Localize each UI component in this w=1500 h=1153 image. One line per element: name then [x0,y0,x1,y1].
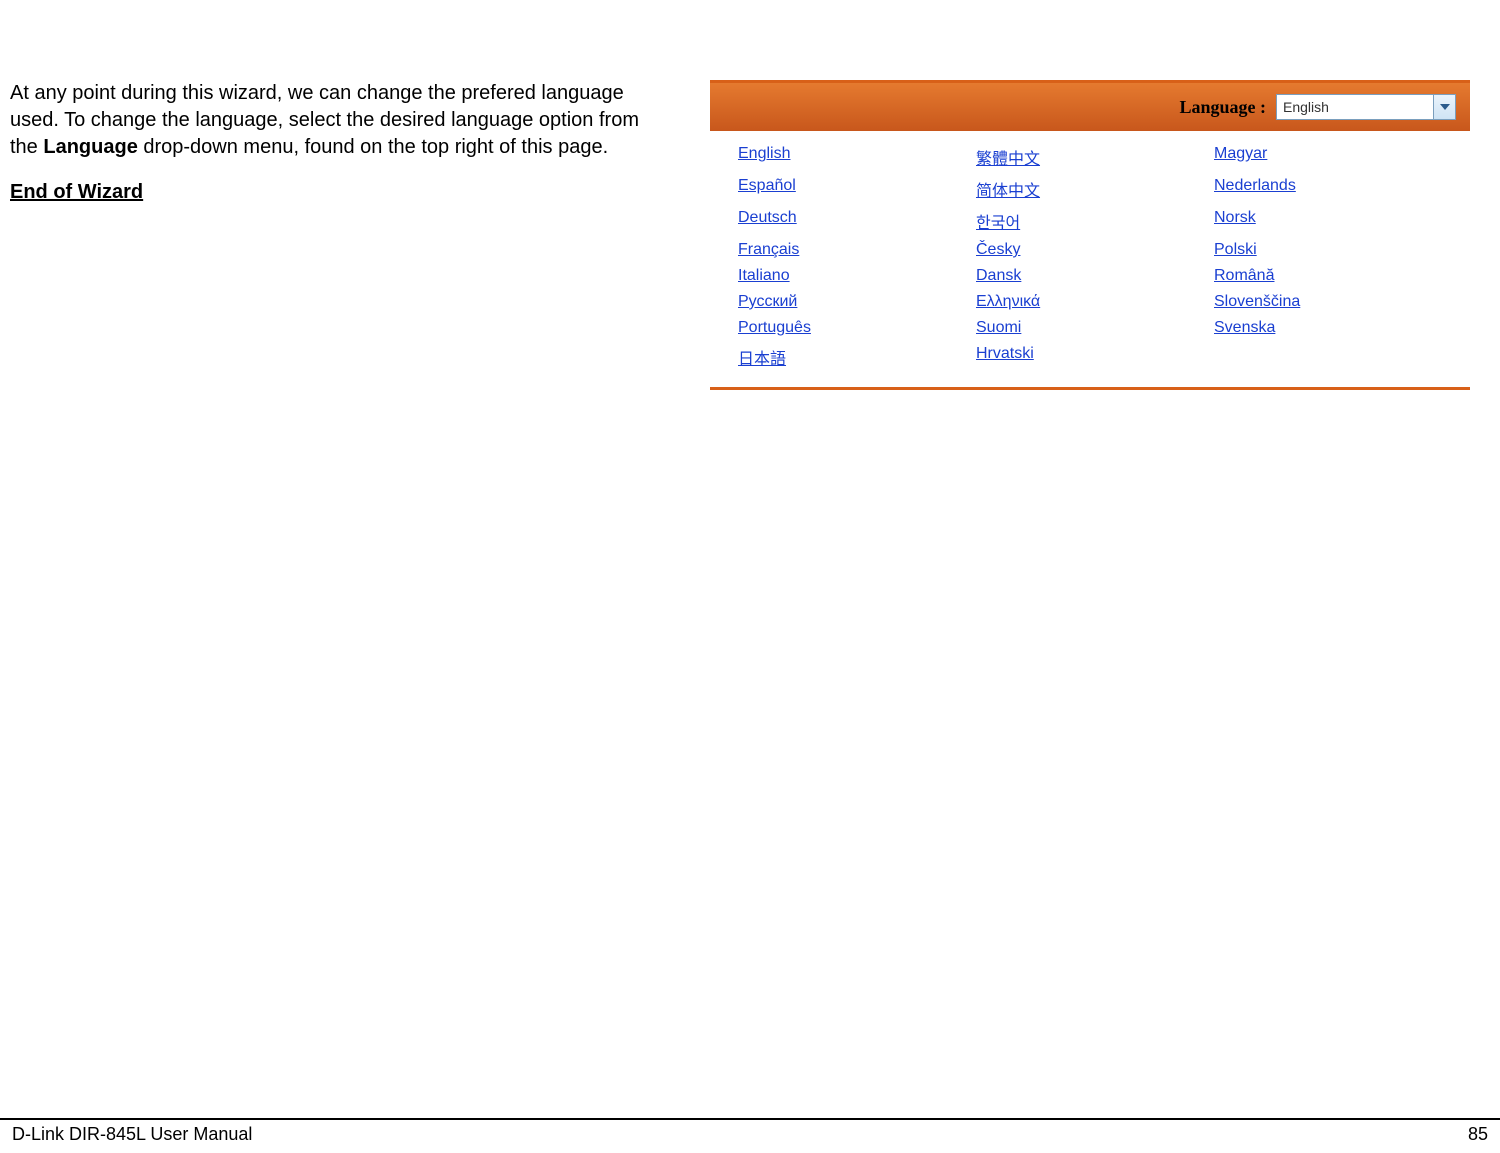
language-option-link[interactable]: Magyar [1214,145,1267,169]
language-option-link[interactable]: 한국어 [976,209,1020,233]
language-option-link[interactable]: Česky [976,241,1020,259]
page-footer: D-Link DIR-845L User Manual 85 [0,1118,1500,1145]
language-option-link[interactable]: Italiano [738,267,790,285]
end-of-wizard-heading: End of Wizard [10,179,670,206]
language-option-link[interactable]: Deutsch [738,209,797,233]
language-select[interactable]: English [1276,94,1456,120]
language-header-bar: Language : English [710,83,1470,131]
language-panel: Language : English English 繁體中文 Magyar Espa… [710,80,1470,390]
language-option-link[interactable]: Norsk [1214,209,1256,233]
language-option-link[interactable]: Slovenščina [1214,293,1300,311]
language-option-link[interactable]: English [738,145,790,169]
language-option-link[interactable]: Suomi [976,319,1021,337]
language-option-link[interactable]: Hrvatski [976,345,1034,369]
language-option-link[interactable]: Русский [738,293,797,311]
language-option-link[interactable]: Română [1214,267,1274,285]
language-option-link[interactable]: Polski [1214,241,1257,259]
empty-cell [1214,345,1442,369]
language-selected-value: English [1277,99,1433,115]
language-option-link[interactable]: Español [738,177,796,201]
language-option-link[interactable]: Dansk [976,267,1021,285]
language-link-grid: English 繁體中文 Magyar Español 简体中文 Nederlands De… [710,131,1470,390]
language-option-link[interactable]: 繁體中文 [976,145,1040,169]
footer-manual-title: D-Link DIR-845L User Manual [12,1124,252,1145]
language-option-link[interactable]: Français [738,241,799,259]
language-label: Language : [1179,97,1266,118]
language-option-link[interactable]: 简体中文 [976,177,1040,201]
intro-bold-word: Language [43,136,137,158]
intro-post: drop-down menu, found on the top right o… [138,136,608,158]
language-option-link[interactable]: Svenska [1214,319,1275,337]
language-option-link[interactable]: 日本語 [738,345,786,369]
language-option-link[interactable]: Português [738,319,811,337]
language-option-link[interactable]: Nederlands [1214,177,1296,201]
instruction-text: At any point during this wizard, we can … [10,80,670,390]
language-option-link[interactable]: Ελληνικά [976,293,1040,311]
footer-page-number: 85 [1468,1124,1488,1145]
dropdown-arrow-icon[interactable] [1433,95,1455,119]
